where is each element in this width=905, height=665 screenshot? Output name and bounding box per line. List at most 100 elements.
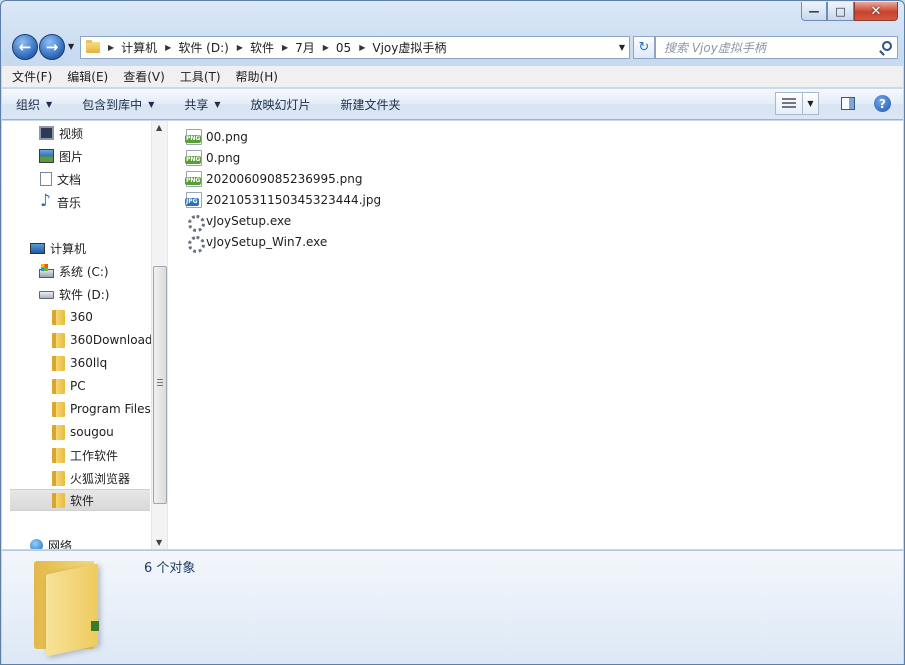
exe-file-icon [186,213,205,232]
folder-icon [52,332,65,348]
forward-button[interactable]: → [39,34,65,60]
minimize-button[interactable]: — [801,2,827,21]
breadcrumb-item[interactable]: 7月 [295,39,315,56]
chevron-down-icon: ▼ [214,99,221,109]
menu-view[interactable]: 查看(V) [123,68,165,85]
chevron-down-icon: ▼ [148,99,155,109]
folder-sheet [91,621,99,631]
documents-library-icon [40,172,52,186]
sidebar-item-folder[interactable]: 360llq [2,352,150,374]
view-options-dropdown[interactable]: ▼ [803,92,819,115]
large-folder-icon [34,559,126,657]
menu-help[interactable]: 帮助(H) [236,68,278,85]
search-input[interactable] [664,39,864,56]
scrollbar-thumb[interactable] [153,266,167,504]
file-name: 20200609085236995.png [206,172,363,186]
sidebar-item-label: 软件 (D:) [59,287,110,302]
sidebar-item-documents[interactable]: 文档 [2,168,150,190]
sidebar-item-folder[interactable]: 工作软件 [2,444,150,466]
sidebar-item-folder[interactable]: PC [2,375,150,397]
sidebar-item-folder[interactable]: 火狐浏览器 [2,467,150,489]
change-view-button[interactable] [775,92,803,115]
share-button[interactable]: 共享 ▼ [184,96,220,113]
content-area: 视频 图片 文档 音乐 计算机 系统 (C:) 软件 (D:) 360 360D… [2,121,903,549]
menu-edit[interactable]: 编辑(E) [67,68,108,85]
breadcrumb-item[interactable]: 计算机 [121,39,157,56]
sidebar-item-drive-d[interactable]: 软件 (D:) [2,283,150,305]
close-button[interactable]: ✕ [854,2,898,21]
file-name: 0.png [206,151,241,165]
network-icon [30,538,43,549]
navigation-scrollbar[interactable]: ▲ ▼ [151,121,167,549]
include-library-label: 包含到库中 [82,97,143,112]
sidebar-item-folder-selected[interactable]: 软件 [10,489,150,511]
file-item[interactable]: JPG 20210531150345323444.jpg [185,190,382,210]
search-box[interactable] [655,36,898,59]
sidebar-item-label: 计算机 [50,241,87,256]
sidebar-item-pictures[interactable]: 图片 [2,145,150,167]
breadcrumb-item-current[interactable]: Vjoy虚拟手柄 [372,39,446,56]
window-controls: — □ ✕ [801,2,898,21]
address-bar[interactable]: ▶ 计算机 ▶ 软件 (D:) ▶ 软件 ▶ 7月 ▶ 05 ▶ Vjoy虚拟手… [80,36,630,59]
refresh-button[interactable]: ↻ [633,36,655,59]
sidebar-item-videos[interactable]: 视频 [2,122,150,144]
sidebar-item-drive-c[interactable]: 系统 (C:) [2,260,150,282]
drive-icon [39,291,54,299]
scroll-down-icon[interactable]: ▼ [156,538,162,547]
include-in-library-button[interactable]: 包含到库中 ▼ [82,96,154,113]
command-bar: 组织 ▼ 包含到库中 ▼ 共享 ▼ 放映幻灯片 新建文件夹 ▼ ? [2,89,903,120]
breadcrumb-item[interactable]: 软件 (D:) [178,39,228,56]
folder-icon [52,447,65,463]
help-icon[interactable]: ? [874,95,891,112]
sidebar-item-label: 360 [70,310,93,324]
scroll-up-icon[interactable]: ▲ [156,123,162,132]
png-file-icon: PNG [185,129,202,145]
breadcrumb-separator-icon[interactable]: ▶ [165,43,171,52]
grip-icon [157,379,163,387]
sidebar-item-folder[interactable]: Program Files [2,398,151,420]
sidebar-item-label: 音乐 [57,195,82,210]
sidebar-item-label: 软件 [70,493,95,508]
breadcrumb-separator-icon[interactable]: ▶ [237,43,243,52]
breadcrumb-separator-icon[interactable]: ▶ [282,43,288,52]
folder-icon [52,309,65,325]
sidebar-item-folder[interactable]: sougou [2,421,150,443]
sidebar-item-computer[interactable]: 计算机 [2,237,150,259]
folder-front [46,563,98,657]
file-item[interactable]: PNG 00.png [185,127,248,147]
menu-tools[interactable]: 工具(T) [180,68,221,85]
sidebar-item-music[interactable]: 音乐 [2,191,150,213]
breadcrumb-item[interactable]: 软件 [250,39,274,56]
sidebar-item-label: 工作软件 [70,448,119,463]
organize-button[interactable]: 组织 ▼ [16,96,52,113]
address-dropdown-icon[interactable]: ▼ [619,43,625,52]
file-item[interactable]: PNG 20200609085236995.png [185,169,363,189]
search-icon[interactable] [882,41,892,51]
breadcrumb-separator-icon[interactable]: ▶ [108,43,114,52]
png-file-icon: PNG [185,150,202,166]
folder-icon [52,424,65,440]
navigation-pane: 视频 图片 文档 音乐 计算机 系统 (C:) 软件 (D:) 360 360D… [2,121,168,549]
breadcrumb-separator-icon[interactable]: ▶ [359,43,365,52]
file-item[interactable]: vJoySetup_Win7.exe [186,232,327,253]
recent-pages-dropdown-icon[interactable]: ▼ [68,42,74,51]
breadcrumb-separator-icon[interactable]: ▶ [323,43,329,52]
sidebar-item-folder[interactable]: 360 [2,306,150,328]
sidebar-item-folder[interactable]: 360Download [2,329,153,351]
folder-icon [52,378,65,394]
file-item[interactable]: vJoySetup.exe [186,211,291,232]
breadcrumb-item[interactable]: 05 [336,41,351,55]
sidebar-item-label: Program Files [70,402,151,416]
maximize-button[interactable]: □ [827,2,854,21]
sidebar-item-network[interactable]: 网络 [2,534,150,549]
preview-pane-icon[interactable] [841,97,855,110]
sidebar-item-label: 图片 [59,149,84,164]
menu-file[interactable]: 文件(F) [12,68,52,85]
file-item[interactable]: PNG 0.png [185,148,241,168]
file-name: 20210531150345323444.jpg [206,193,382,207]
file-type-tag: PNG [185,135,202,143]
back-button[interactable]: ← [12,34,38,60]
new-folder-button[interactable]: 新建文件夹 [341,96,401,113]
slideshow-button[interactable]: 放映幻灯片 [251,96,311,113]
video-library-icon [39,126,54,140]
